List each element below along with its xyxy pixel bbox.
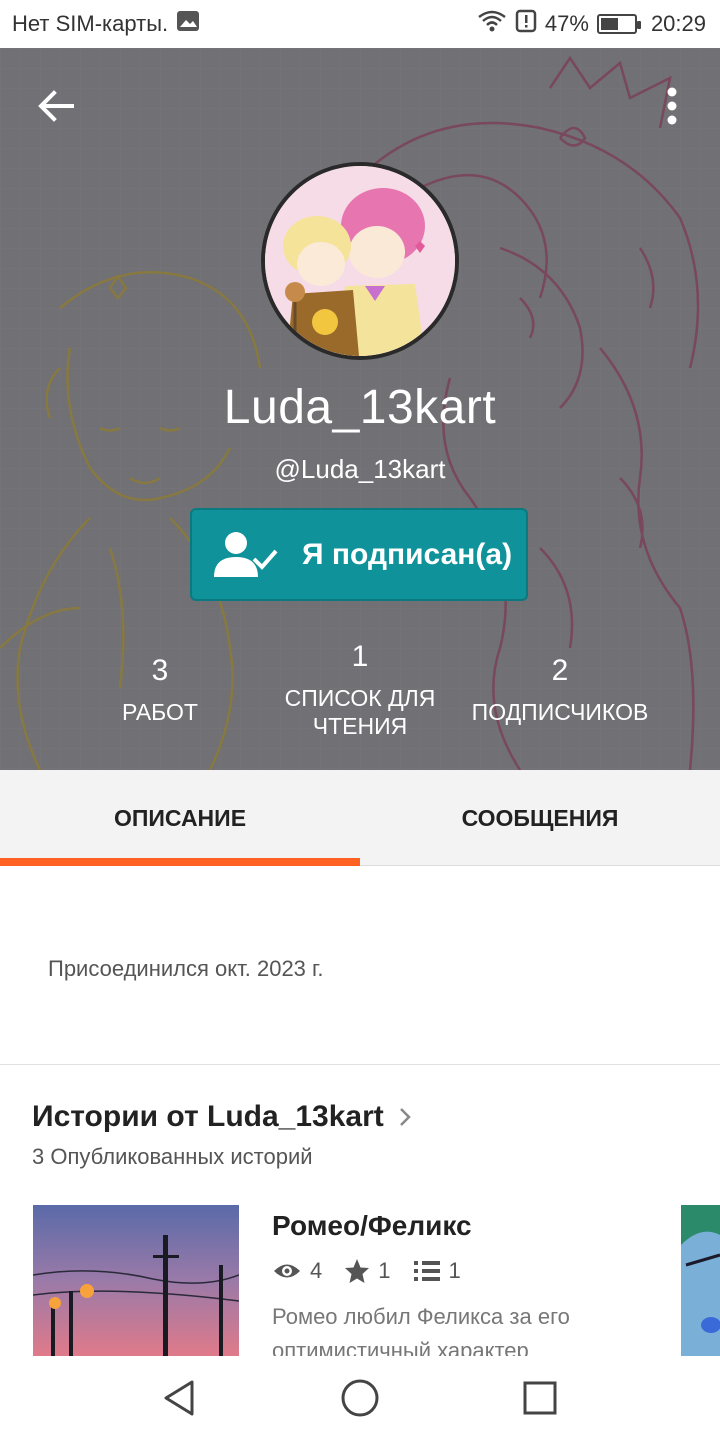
user-check-icon xyxy=(214,531,278,577)
profile-header: Luda_13kart @Luda_13kart Я подписан(а) 3… xyxy=(0,48,720,770)
arrow-left-icon xyxy=(38,90,74,122)
avatar[interactable] xyxy=(261,162,459,360)
stat-followers-value: 2 xyxy=(551,654,569,687)
stat-followers[interactable]: 2 ПОДПИСЧИКОВ xyxy=(460,654,660,726)
story-description: Ромео любил Феликса за его оптимистичный… xyxy=(272,1304,570,1356)
square-recents-icon xyxy=(523,1381,557,1415)
tab-messages[interactable]: СООБЩЕНИЯ xyxy=(360,770,720,866)
stories-count: 3 Опубликованных историй xyxy=(32,1144,313,1169)
joined-date: Присоединился окт. 2023 г. xyxy=(48,956,324,981)
system-nav-bar xyxy=(0,1356,720,1440)
story-stats: 4 1 1 xyxy=(272,1258,483,1284)
gallery-notification-icon xyxy=(176,10,200,38)
story-cover-image xyxy=(33,1205,239,1356)
stories-section-header[interactable]: Истории от Luda_13kart xyxy=(32,1100,412,1134)
chevron-right-icon xyxy=(399,1108,411,1126)
triangle-back-icon xyxy=(164,1380,194,1416)
story-title[interactable]: Ромео/Феликс xyxy=(272,1210,472,1242)
stories-title: Истории от Luda_13kart xyxy=(32,1100,384,1133)
story-reads: 4 xyxy=(272,1258,322,1284)
story-parts: 1 xyxy=(413,1258,461,1284)
stat-works-value: 3 xyxy=(151,654,169,687)
wifi-icon xyxy=(477,9,507,39)
battery-fill xyxy=(600,18,618,30)
alert-icon xyxy=(515,9,537,39)
status-bar: Нет SIM-карты. 47% 20:29 xyxy=(0,0,720,48)
stat-works-label: РАБОТ xyxy=(122,699,198,725)
username: @Luda_13kart xyxy=(274,454,446,484)
back-button[interactable] xyxy=(34,84,78,128)
list-icon xyxy=(413,1261,440,1281)
following-button[interactable]: Я подписан(а) xyxy=(190,508,528,601)
tab-description-label: ОПИСАНИЕ xyxy=(113,804,247,831)
stat-reading-list[interactable]: 1 СПИСОК ДЛЯ ЧТЕНИЯ xyxy=(270,640,450,740)
story-cover[interactable] xyxy=(33,1205,239,1356)
nav-home-button[interactable] xyxy=(336,1374,384,1422)
carrier-text: Нет SIM-карты. xyxy=(12,11,169,36)
profile-tabs: ОПИСАНИЕ СООБЩЕНИЯ xyxy=(0,770,720,866)
circle-home-icon xyxy=(341,1379,379,1417)
stat-reading-list-label: СПИСОК ДЛЯ ЧТЕНИЯ xyxy=(284,685,436,739)
more-vertical-icon xyxy=(667,87,677,125)
nav-recents-button[interactable] xyxy=(516,1374,564,1422)
eye-icon xyxy=(274,1264,300,1278)
story-votes: 1 xyxy=(344,1258,391,1284)
battery-icon xyxy=(596,14,641,34)
battery-percent: 47% xyxy=(544,11,589,36)
more-options-button[interactable] xyxy=(656,84,688,128)
tab-messages-label: СООБЩЕНИЯ xyxy=(461,804,619,831)
story-parts-count: 1 xyxy=(448,1258,461,1283)
story-votes-count: 1 xyxy=(378,1258,391,1283)
story-cover-next[interactable] xyxy=(681,1205,720,1356)
display-name: Luda_13kart xyxy=(223,381,497,434)
following-button-label: Я подписан(а) xyxy=(302,537,513,571)
stat-followers-label: ПОДПИСЧИКОВ xyxy=(471,699,649,725)
stat-works[interactable]: 3 РАБОТ xyxy=(80,654,240,726)
stat-reading-list-value: 1 xyxy=(351,640,369,673)
divider xyxy=(0,1064,720,1065)
tab-description[interactable]: ОПИСАНИЕ xyxy=(0,770,360,866)
clock: 20:29 xyxy=(650,11,706,36)
avatar-image xyxy=(265,166,455,356)
story-reads-count: 4 xyxy=(310,1258,323,1283)
story-cover-next-image xyxy=(681,1205,720,1356)
nav-back-button[interactable] xyxy=(156,1374,204,1422)
star-icon xyxy=(345,1259,370,1283)
